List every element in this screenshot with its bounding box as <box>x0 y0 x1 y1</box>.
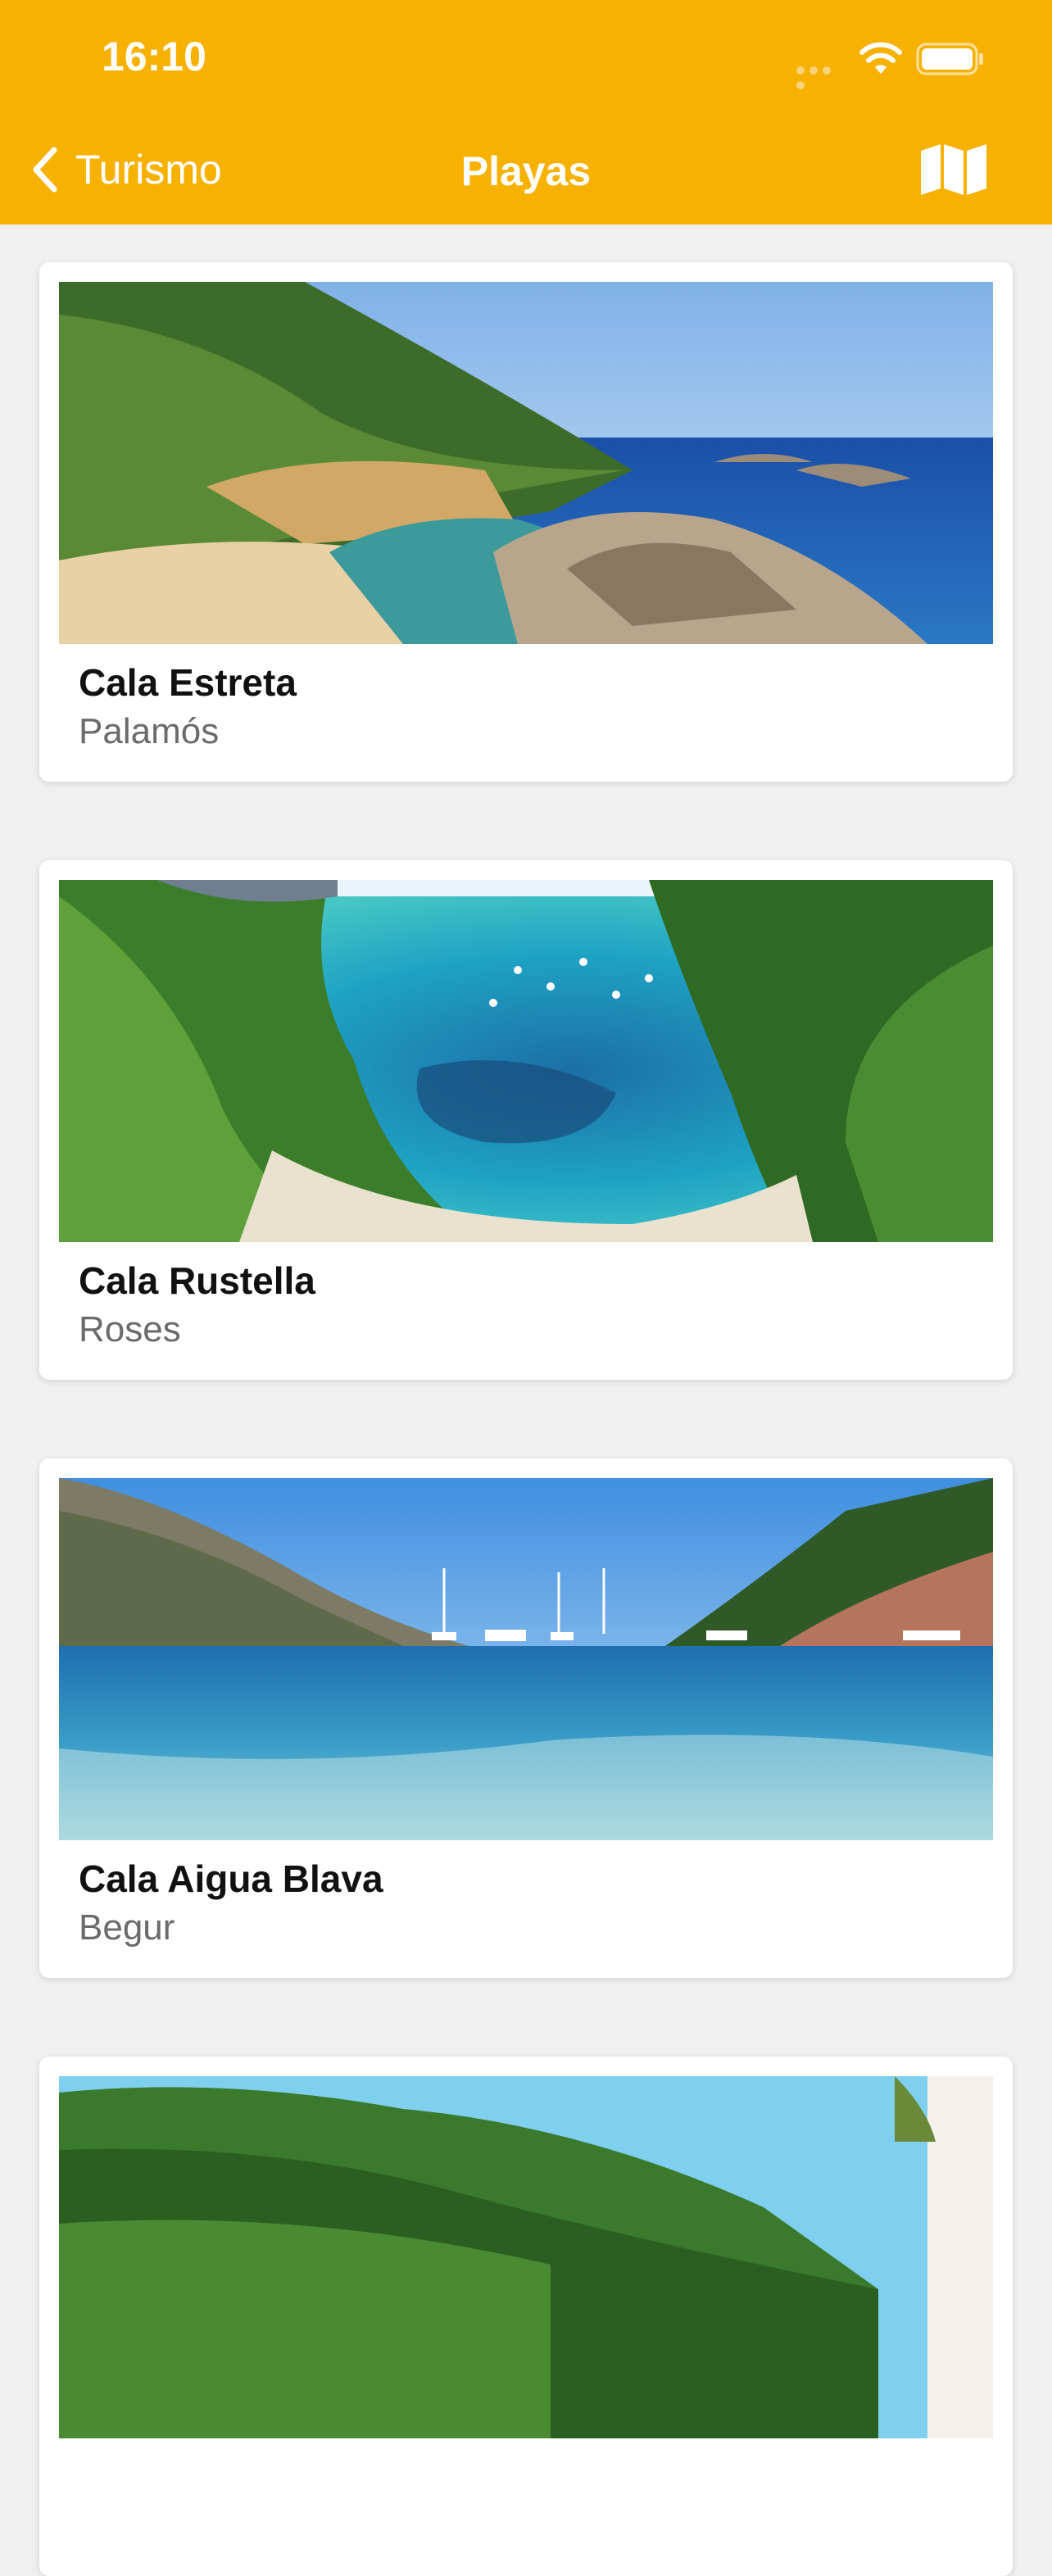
beach-photo <box>59 880 993 1242</box>
navigation-bar: 16:10 Turismo Playas <box>0 0 1052 224</box>
beach-card[interactable]: Cala Aigua Blava Begur <box>39 1458 1013 1978</box>
beach-name: Cala Rustella <box>79 1259 315 1302</box>
status-time: 16:10 <box>102 34 206 79</box>
beach-town: Begur <box>79 1907 175 1948</box>
beach-name: Cala Estreta <box>79 661 297 704</box>
beach-card[interactable] <box>39 2057 1013 2576</box>
wifi-icon <box>859 42 902 74</box>
beach-photo <box>59 2076 993 2438</box>
beach-photo <box>59 282 993 644</box>
beach-card[interactable]: Cala Rustella Roses <box>39 860 1013 1380</box>
map-icon[interactable] <box>919 143 988 197</box>
beach-photo <box>59 1478 993 1840</box>
cellular-signal-icon <box>796 64 847 89</box>
page-title: Playas <box>460 148 592 194</box>
battery-icon <box>916 43 983 75</box>
beach-name: Cala Aigua Blava <box>79 1857 383 1900</box>
beach-card[interactable]: Cala Estreta Palamós <box>39 262 1013 782</box>
beach-town: Palamós <box>79 711 220 751</box>
beach-town: Roses <box>79 1309 181 1349</box>
